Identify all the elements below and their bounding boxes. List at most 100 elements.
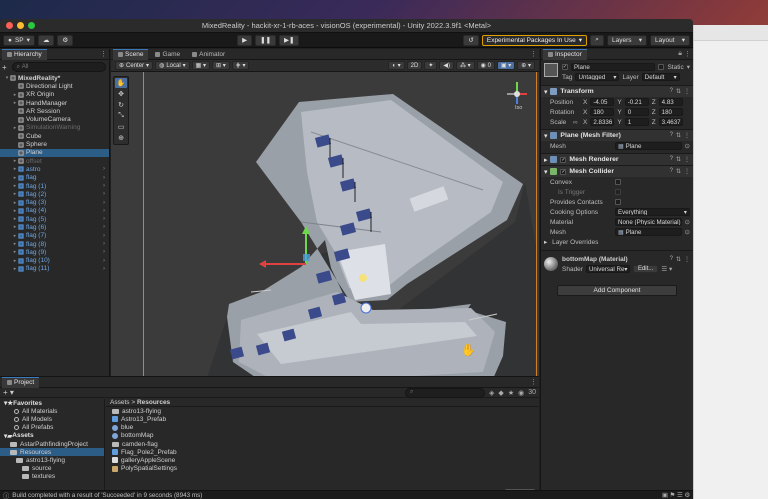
convex-checkbox[interactable] bbox=[615, 179, 621, 185]
more-options-icon[interactable]: ⋮ bbox=[530, 378, 537, 386]
rotation-y-field[interactable]: 0 bbox=[624, 108, 649, 116]
asset-item[interactable]: bottomMap bbox=[106, 432, 539, 440]
more-options-icon[interactable]: ⋮ bbox=[684, 132, 690, 139]
asset-item[interactable]: galleryAppleScene bbox=[106, 456, 539, 464]
project-search-input[interactable]: ⌕ bbox=[405, 387, 486, 398]
chevron-right-icon[interactable]: › bbox=[103, 208, 105, 214]
chevron-right-icon[interactable]: › bbox=[103, 166, 105, 172]
pivot-toggle[interactable]: ⊕ Center ▾ bbox=[115, 61, 154, 70]
tab-scene[interactable]: Scene bbox=[113, 48, 149, 60]
target-icon[interactable]: ⊙ bbox=[685, 228, 690, 236]
expand-arrow-icon[interactable]: ▸ bbox=[12, 175, 18, 181]
asset-item[interactable]: astro13-flying bbox=[106, 407, 539, 415]
more-options-icon[interactable]: ⋮ bbox=[684, 50, 691, 58]
mesh-filter-header[interactable]: ▾ Plane (Mesh Filter) ? ⇅ ⋮ bbox=[541, 129, 693, 141]
lock-icon[interactable]: 🔒︎ bbox=[678, 50, 682, 58]
hierarchy-item[interactable]: ▸ flag › bbox=[0, 174, 109, 182]
filter-type-icon[interactable]: ◈ bbox=[489, 389, 494, 397]
search-icon[interactable]: ⌕ bbox=[590, 34, 605, 46]
more-options-icon[interactable]: ⋮ bbox=[684, 88, 690, 95]
chevron-right-icon[interactable]: › bbox=[103, 191, 105, 197]
tree-item[interactable]: All Prefabs bbox=[0, 424, 104, 432]
tree-item[interactable]: Resources bbox=[0, 448, 104, 457]
mesh-collider-checkbox[interactable]: ✓ bbox=[560, 168, 567, 175]
position-z-field[interactable]: 4.83 bbox=[658, 98, 683, 106]
help-icon[interactable]: ? bbox=[670, 88, 673, 95]
zoom-window-button[interactable] bbox=[28, 22, 35, 29]
hidden-objects-icon[interactable]: ◉ 0 bbox=[476, 61, 495, 70]
snap-increment-button[interactable]: ⊞ ▾ bbox=[212, 61, 230, 70]
visibility-icon[interactable]: ◉ bbox=[518, 389, 524, 397]
chevron-right-icon[interactable]: › bbox=[103, 200, 105, 206]
expand-arrow-icon[interactable]: ▸ bbox=[12, 125, 18, 131]
asset-item[interactable]: PolySpatialSettings bbox=[106, 465, 539, 473]
scale-tool-icon[interactable]: ⤡ bbox=[115, 111, 127, 121]
static-checkbox[interactable] bbox=[658, 64, 665, 70]
expand-arrow-icon[interactable]: ▸ bbox=[12, 241, 18, 247]
expand-arrow-icon[interactable]: ▸ bbox=[12, 92, 18, 98]
chevron-right-icon[interactable]: › bbox=[103, 258, 105, 264]
hierarchy-item[interactable]: VolumeCamera bbox=[0, 115, 109, 123]
expand-arrow-icon[interactable]: ▸ bbox=[12, 200, 18, 206]
tree-item[interactable]: source bbox=[0, 465, 104, 473]
add-component-button[interactable]: Add Component bbox=[557, 285, 677, 296]
layer-overrides-foldout[interactable]: Layer Overrides bbox=[552, 239, 598, 246]
physic-material-field[interactable]: None (Physic Material) bbox=[615, 218, 682, 226]
expand-arrow-icon[interactable]: ▾ bbox=[4, 75, 10, 81]
filter-label-icon[interactable]: ◆ bbox=[498, 389, 503, 397]
object-name-field[interactable]: Plane bbox=[571, 63, 656, 71]
settings-icon[interactable]: ⚙ bbox=[57, 34, 74, 46]
edit-shader-button[interactable]: Edit... bbox=[632, 265, 659, 273]
minimize-window-button[interactable] bbox=[17, 22, 24, 29]
rotation-x-field[interactable]: 180 bbox=[590, 108, 615, 116]
tab-project[interactable]: Project bbox=[2, 376, 40, 388]
chevron-right-icon[interactable]: › bbox=[103, 266, 105, 272]
asset-item[interactable]: blue bbox=[106, 424, 539, 432]
is-trigger-checkbox[interactable] bbox=[615, 189, 621, 195]
tab-hierarchy[interactable]: Hierarchy bbox=[2, 48, 47, 60]
expand-arrow-icon[interactable]: ▸ bbox=[12, 249, 18, 255]
hierarchy-item[interactable]: ▸ flag (7) › bbox=[0, 232, 109, 240]
scale-x-field[interactable]: 2.8336 bbox=[590, 118, 615, 126]
tree-item[interactable]: All Materials bbox=[0, 407, 104, 415]
hierarchy-item[interactable]: ▸ flag (4) › bbox=[0, 207, 109, 215]
hierarchy-item[interactable]: Plane bbox=[0, 148, 109, 157]
rotation-z-field[interactable]: 180 bbox=[658, 108, 683, 116]
chevron-right-icon[interactable]: › bbox=[103, 233, 105, 239]
status-message[interactable]: Build completed with a result of 'Succee… bbox=[12, 492, 202, 499]
grid-snap-button[interactable]: ▦ ▾ bbox=[191, 61, 211, 70]
hierarchy-item[interactable]: ▸ flag (5) › bbox=[0, 215, 109, 223]
experimental-packages-dropdown[interactable]: Experimental Packages In Use ▾ bbox=[481, 34, 588, 46]
hierarchy-item[interactable]: AR Session bbox=[0, 107, 109, 115]
preset-icon[interactable]: ⇅ bbox=[676, 88, 681, 95]
hierarchy-item[interactable]: ▸ flag (9) › bbox=[0, 248, 109, 256]
preset-icon[interactable]: ⇅ bbox=[676, 156, 681, 163]
chevron-right-icon[interactable]: › bbox=[103, 224, 105, 230]
grid-button[interactable]: ⋕ ▾ bbox=[231, 61, 250, 70]
status-icons[interactable]: ▣ ⚑ ☰ ⚙ bbox=[662, 492, 690, 499]
hierarchy-item[interactable]: ▸ XR Origin bbox=[0, 91, 109, 99]
hierarchy-item[interactable]: Sphere bbox=[0, 140, 109, 148]
hierarchy-search-input[interactable]: ⌕ All bbox=[11, 62, 106, 72]
active-checkbox[interactable]: ✓ bbox=[562, 64, 568, 70]
close-window-button[interactable] bbox=[6, 22, 13, 29]
hierarchy-item[interactable]: ▸ flag (6) › bbox=[0, 223, 109, 231]
hand-tool-icon[interactable]: ✋ bbox=[115, 78, 127, 88]
help-icon[interactable]: ? bbox=[670, 168, 673, 175]
move-tool-icon[interactable]: ✥ bbox=[115, 89, 127, 99]
tab-animator[interactable]: Animator bbox=[187, 49, 230, 60]
shader-dropdown[interactable]: Universal Re ▾ bbox=[585, 265, 630, 273]
tree-item[interactable]: All Models bbox=[0, 415, 104, 423]
chevron-right-icon[interactable]: › bbox=[103, 249, 105, 255]
rotate-tool-icon[interactable]: ↻ bbox=[115, 100, 127, 110]
expand-arrow-icon[interactable]: ▸ bbox=[12, 183, 18, 189]
audio-icon[interactable]: ◀) bbox=[439, 61, 454, 70]
more-options-icon[interactable]: ⋮ bbox=[100, 50, 107, 58]
position-x-field[interactable]: -4.05 bbox=[590, 98, 615, 106]
hierarchy-item[interactable]: ▸ flag (11) › bbox=[0, 265, 109, 273]
target-icon[interactable]: ⊙ bbox=[685, 142, 690, 150]
lighting-icon[interactable]: ✦ bbox=[424, 61, 438, 70]
hierarchy-item[interactable]: ▸ flag (2) › bbox=[0, 190, 109, 198]
mesh-field[interactable]: ▦ Plane bbox=[615, 142, 682, 150]
rect-tool-icon[interactable]: ▭ bbox=[115, 122, 127, 132]
